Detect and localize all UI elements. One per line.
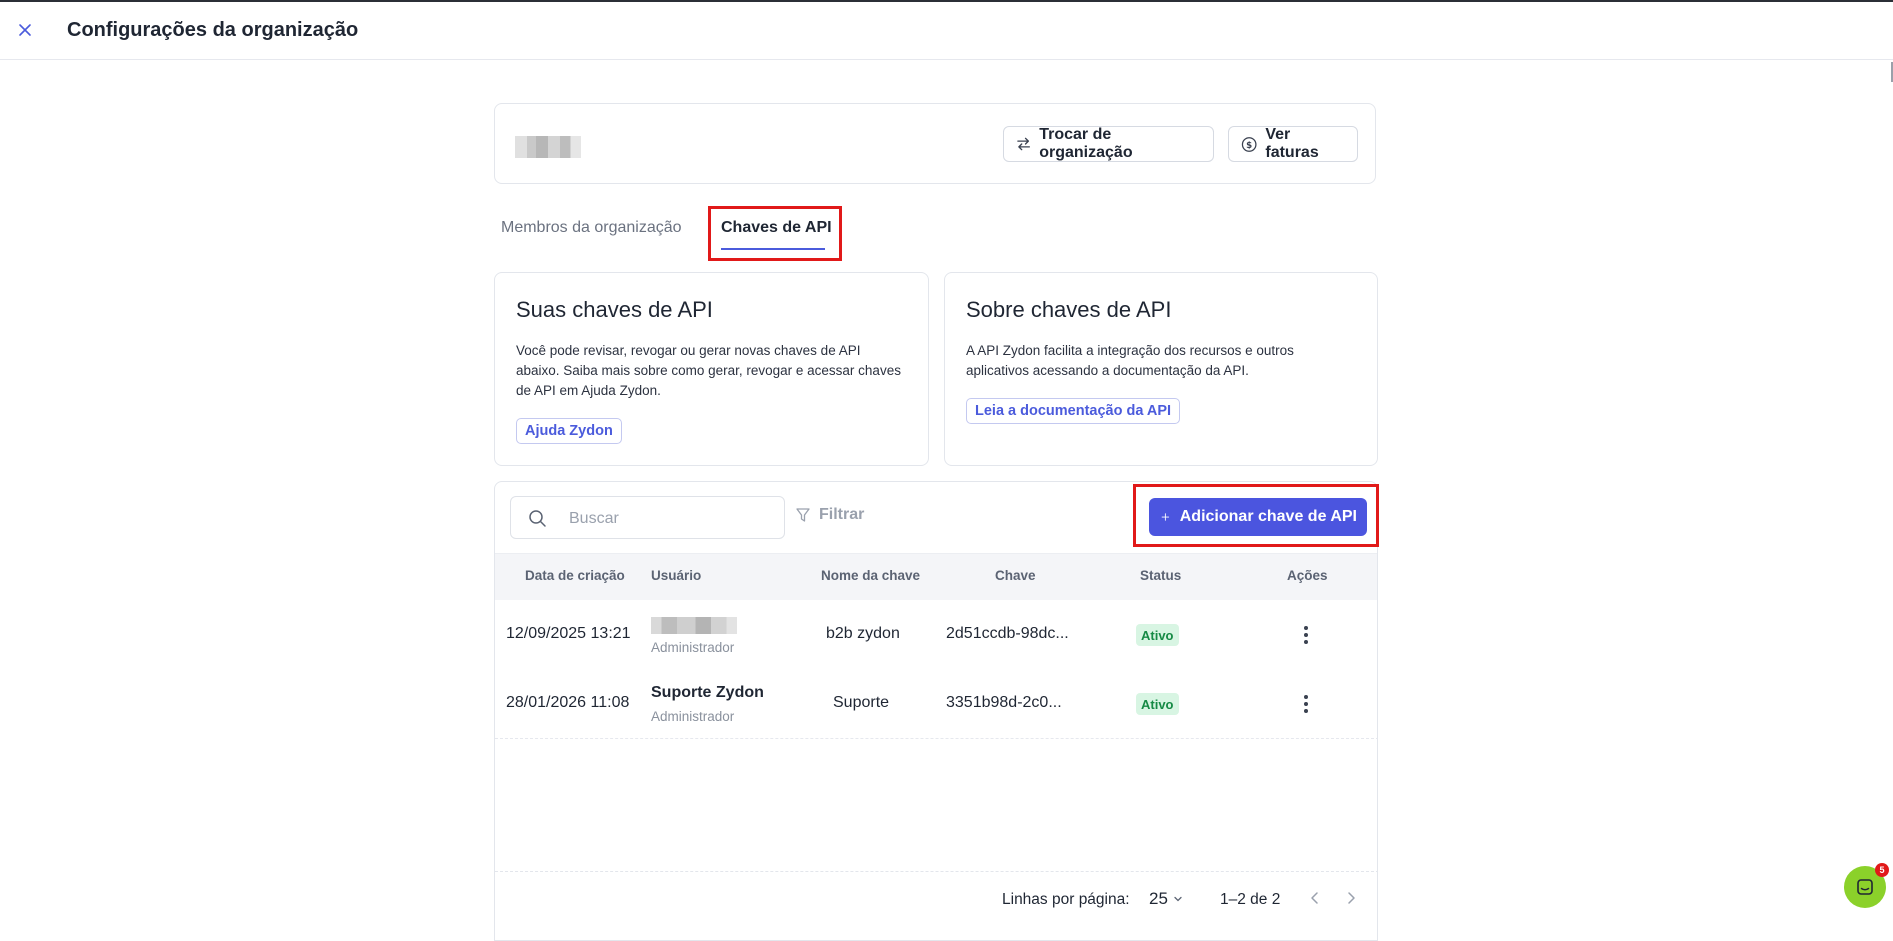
view-invoices-button[interactable]: $ Ver faturas bbox=[1228, 126, 1358, 162]
column-header[interactable]: Data de criação bbox=[525, 568, 625, 583]
filter-button[interactable]: Filtrar bbox=[795, 506, 864, 524]
created-date: 28/01/2026 11:08 bbox=[506, 694, 630, 711]
chevron-down-icon bbox=[1174, 896, 1182, 902]
organization-logo bbox=[515, 136, 581, 158]
plus-icon bbox=[1161, 513, 1170, 521]
user-role: Administrador bbox=[651, 640, 735, 655]
chevron-left-icon[interactable] bbox=[1307, 890, 1323, 906]
status-badge: Ativo bbox=[1136, 693, 1179, 715]
rows-per-page-select[interactable]: 25 bbox=[1149, 889, 1184, 909]
column-header[interactable]: Status bbox=[1140, 568, 1181, 583]
switch-organization-label: Trocar de organização bbox=[1039, 126, 1133, 161]
api-key-value: 2d51ccdb-98dc... bbox=[946, 625, 1069, 642]
add-api-key-button[interactable]: Adicionar chave de API bbox=[1149, 498, 1367, 536]
api-key-value: 3351b98d-2c0... bbox=[946, 694, 1062, 711]
chevron-right-icon[interactable] bbox=[1343, 890, 1359, 906]
about-api-keys-card: Sobre chaves de API A API Zydon facilita… bbox=[944, 272, 1378, 466]
kebab-icon[interactable] bbox=[1299, 693, 1313, 715]
search-box[interactable] bbox=[510, 496, 785, 539]
dollar-circle-icon: $ bbox=[1241, 136, 1257, 152]
page-title: Configurações da organização bbox=[67, 19, 359, 41]
view-invoices-label: Ver faturas bbox=[1265, 126, 1319, 161]
key-name: Suporte bbox=[833, 694, 890, 711]
card-title: Suas chaves de API bbox=[516, 297, 713, 322]
card-title: Sobre chaves de API bbox=[966, 297, 1172, 322]
card-description: Você pode revisar, revogar ou gerar nova… bbox=[516, 343, 901, 398]
search-input[interactable] bbox=[567, 505, 771, 533]
column-header[interactable]: Nome da chave bbox=[821, 568, 920, 583]
api-docs-link[interactable]: Leia a documentação da API bbox=[966, 398, 1181, 424]
swap-icon bbox=[1017, 137, 1030, 151]
tab-api-keys[interactable]: Chaves de API bbox=[721, 219, 832, 237]
column-header[interactable]: Usuário bbox=[651, 568, 701, 583]
chat-icon bbox=[1857, 879, 1873, 895]
rows-per-page-label: Linhas por página: bbox=[1002, 891, 1130, 908]
kebab-icon[interactable] bbox=[1299, 624, 1313, 646]
help-link[interactable]: Ajuda Zydon bbox=[516, 418, 622, 444]
status-badge: Ativo bbox=[1136, 624, 1179, 646]
close-icon bbox=[19, 24, 31, 36]
tab-organization-members[interactable]: Membros da organização bbox=[501, 219, 682, 237]
user-name: Suporte Zydon bbox=[651, 684, 764, 701]
active-tab-indicator bbox=[721, 248, 825, 250]
switch-organization-button[interactable]: Trocar de organização bbox=[1003, 126, 1214, 162]
created-date: 12/09/2025 13:21 bbox=[506, 625, 631, 642]
table-row[interactable]: 12/09/2025 13:21 Administrador b2b zydon… bbox=[495, 600, 1377, 670]
filter-icon bbox=[796, 508, 810, 522]
column-header[interactable]: Chave bbox=[995, 568, 1036, 583]
column-header: Ações bbox=[1287, 568, 1328, 583]
add-api-key-label: Adicionar chave de API bbox=[1179, 508, 1357, 525]
key-name: b2b zydon bbox=[826, 625, 900, 642]
table-footer-divider bbox=[495, 871, 1377, 872]
user-name-redacted bbox=[651, 617, 737, 634]
your-api-keys-card: Suas chaves de API Você pode revisar, re… bbox=[494, 272, 929, 466]
table-row[interactable]: 28/01/2026 11:08 Suporte Zydon Administr… bbox=[495, 669, 1377, 739]
close-button[interactable] bbox=[14, 19, 36, 41]
table-header: Data de criação Usuário Nome da chave Ch… bbox=[495, 553, 1377, 601]
api-keys-table-card: Filtrar Adicionar chave de API Data de c… bbox=[494, 481, 1378, 941]
svg-text:$: $ bbox=[1246, 140, 1252, 150]
notification-badge: 5 bbox=[1875, 863, 1889, 877]
settings-tabs: Membros da organização Chaves de API bbox=[494, 205, 1376, 261]
filter-label: Filtrar bbox=[819, 506, 865, 523]
card-description: A API Zydon facilita a integração dos re… bbox=[966, 343, 1294, 378]
pagination-range: 1–2 de 2 bbox=[1220, 891, 1281, 908]
search-icon bbox=[529, 510, 546, 527]
organization-card: Trocar de organização $ Ver faturas bbox=[494, 103, 1376, 184]
rows-per-page-value: 25 bbox=[1149, 889, 1168, 908]
user-role: Administrador bbox=[651, 709, 735, 724]
page-header: Configurações da organização bbox=[0, 2, 1893, 60]
